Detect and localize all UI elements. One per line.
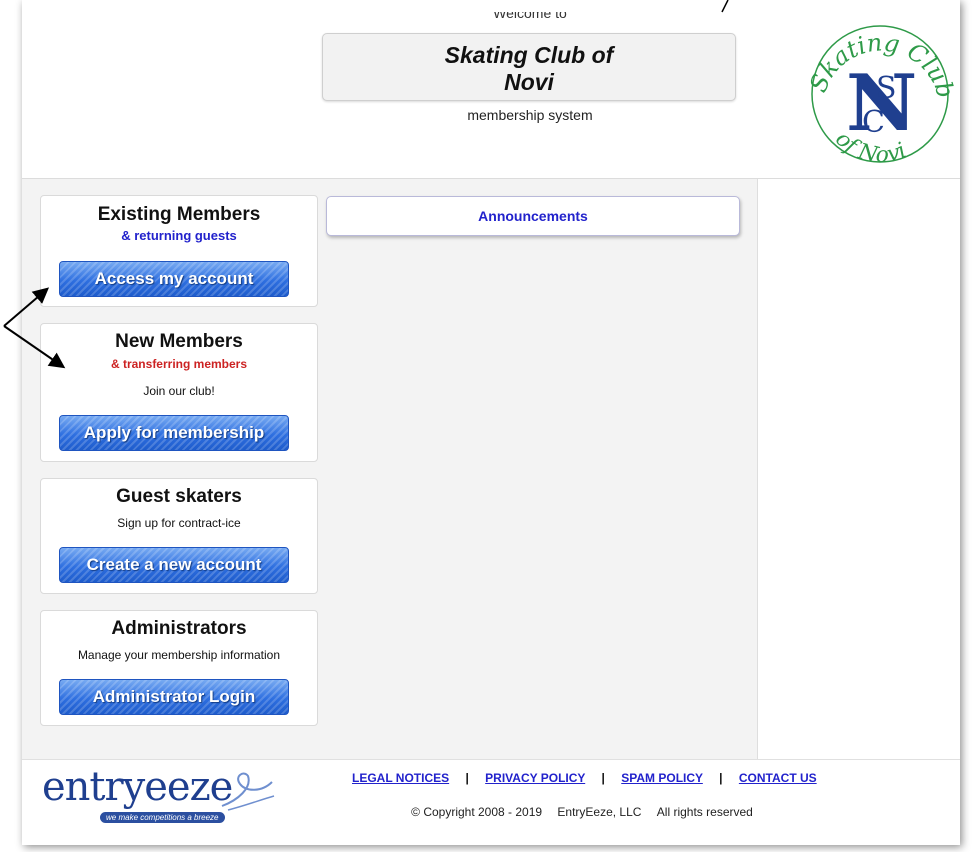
rights-text: All rights reserved [656, 805, 753, 819]
apply-membership-button[interactable]: Apply for membership [59, 415, 289, 451]
access-account-button[interactable]: Access my account [59, 261, 289, 297]
svg-text:S: S [876, 71, 897, 106]
guest-skaters-card: Guest skaters Sign up for contract-ice C… [40, 478, 318, 594]
existing-members-card: Existing Members & returning guests Acce… [40, 195, 318, 307]
right-column [757, 179, 960, 759]
new-members-subtitle: & transferring members [110, 357, 248, 371]
join-club-text: Join our club! [143, 384, 215, 398]
manage-membership-text: Manage your membership information [77, 648, 281, 662]
entryeeze-tagline: we make competitions a breeze [100, 812, 225, 823]
company-name: EntryEeze, LLC [557, 805, 642, 819]
privacy-policy-link[interactable]: PRIVACY POLICY [485, 771, 585, 785]
existing-members-title: Existing Members [97, 204, 261, 225]
administrators-card: Administrators Manage your membership in… [40, 610, 318, 726]
club-title-box: Skating Club of Novi [322, 33, 736, 101]
entryeeze-wordmark: entryeeze [42, 764, 233, 810]
link-separator: | [601, 771, 605, 785]
contact-us-link[interactable]: CONTACT US [739, 771, 817, 785]
system-subtitle: membership system [467, 107, 593, 123]
spam-policy-link[interactable]: SPAM POLICY [621, 771, 703, 785]
entryeeze-logo[interactable]: entryeeze we make competitions a breeze [42, 764, 275, 830]
site-footer: entryeeze we make competitions a breeze … [22, 759, 960, 845]
copyright-line: © Copyright 2008 - 2019 EntryEeze, LLC A… [352, 805, 812, 819]
link-separator: | [719, 771, 723, 785]
create-account-button[interactable]: Create a new account [59, 547, 289, 583]
breeze-swirl-icon [221, 772, 275, 811]
copyright-text: © Copyright 2008 - 2019 [411, 805, 543, 819]
contract-ice-text: Sign up for contract-ice [117, 516, 241, 530]
existing-members-subtitle: & returning guests [121, 228, 237, 243]
annotation-mark [721, 0, 729, 13]
annotation-arrows [3, 287, 66, 369]
new-members-card: New Members & transferring members Join … [40, 323, 318, 462]
club-title-line1: Skating Club of [444, 42, 614, 68]
link-separator: | [465, 771, 469, 785]
svg-text:C: C [862, 105, 885, 140]
administrator-login-button[interactable]: Administrator Login [59, 679, 289, 715]
guest-skaters-title: Guest skaters [116, 486, 242, 507]
club-title-line2: Novi [504, 69, 554, 95]
legal-notices-link[interactable]: LEGAL NOTICES [352, 771, 449, 785]
welcome-text: Welcome to [493, 12, 567, 21]
logo-monogram: N S C [846, 58, 917, 149]
administrators-title: Administrators [111, 618, 247, 639]
browser-page: Welcome to Skating Club of Novi membersh… [22, 0, 960, 845]
site-header: Welcome to Skating Club of Novi membersh… [22, 0, 960, 179]
new-members-title: New Members [115, 331, 243, 352]
announcements-box[interactable]: Announcements [326, 196, 740, 236]
club-logo: Skating Club of Novi N S C [806, 25, 954, 168]
footer-links: LEGAL NOTICES | PRIVACY POLICY | SPAM PO… [352, 771, 872, 785]
